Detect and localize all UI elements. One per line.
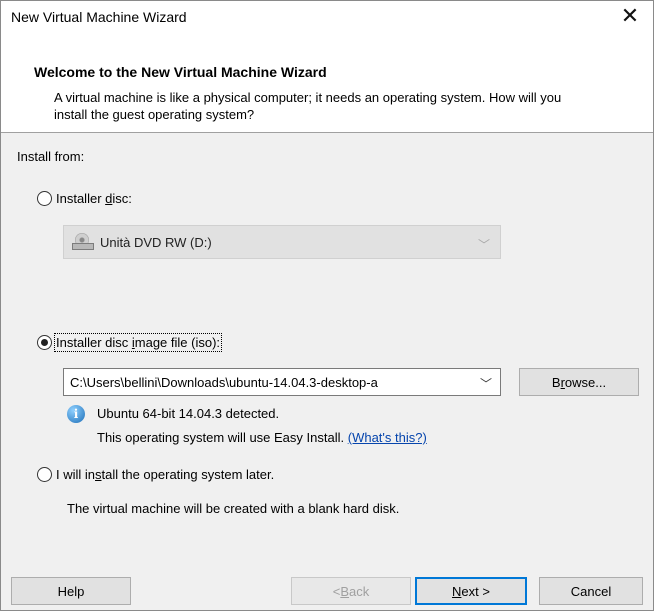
wizard-footer: Help < Back Next > Cancel bbox=[1, 569, 653, 610]
install-later-label[interactable]: I will install the operating system late… bbox=[56, 467, 274, 482]
iso-path-combobox[interactable]: C:\Users\bellini\Downloads\ubuntu-14.04.… bbox=[63, 368, 501, 396]
wizard-window: New Virtual Machine Wizard ✕ Welcome to … bbox=[0, 0, 654, 611]
chevron-down-icon[interactable]: ﹀ bbox=[480, 375, 492, 392]
install-later-radio[interactable] bbox=[37, 467, 52, 482]
whats-this-link[interactable]: (What's this?) bbox=[348, 430, 427, 445]
info-icon: i bbox=[67, 405, 85, 423]
close-icon[interactable]: ✕ bbox=[607, 1, 653, 31]
cancel-button[interactable]: Cancel bbox=[539, 577, 643, 605]
title-bar: New Virtual Machine Wizard ✕ bbox=[1, 1, 653, 31]
page-description: A virtual machine is like a physical com… bbox=[54, 90, 562, 122]
install-later-description: The virtual machine will be created with… bbox=[67, 501, 400, 516]
next-button[interactable]: Next > bbox=[415, 577, 527, 605]
dvd-drive-icon bbox=[72, 233, 94, 251]
installer-disc-radio[interactable] bbox=[37, 191, 52, 206]
wizard-content: Install from: Installer disc: Unità DVD … bbox=[1, 133, 653, 569]
browse-button[interactable]: Br owse... bbox=[519, 368, 639, 396]
back-button[interactable]: < Back bbox=[291, 577, 411, 605]
help-button[interactable]: Help bbox=[11, 577, 131, 605]
installer-disc-option[interactable]: Installer disc: bbox=[37, 191, 132, 206]
drive-select[interactable]: Unità DVD RW (D:) ﹀ bbox=[63, 225, 501, 259]
iso-file-option[interactable]: Installer disc image file (iso): bbox=[37, 333, 223, 352]
drive-select-value: Unità DVD RW (D:) bbox=[100, 234, 212, 250]
iso-file-label[interactable]: Installer disc image file (iso): bbox=[53, 333, 223, 352]
iso-path-value[interactable]: C:\Users\bellini\Downloads\ubuntu-14.04.… bbox=[64, 375, 470, 390]
install-from-label: Install from: bbox=[17, 149, 85, 164]
page-title: Welcome to the New Virtual Machine Wizar… bbox=[34, 64, 327, 80]
os-detected-text: Ubuntu 64-bit 14.04.3 detected. bbox=[97, 406, 280, 421]
iso-file-radio[interactable] bbox=[37, 335, 52, 350]
window-title: New Virtual Machine Wizard bbox=[11, 9, 187, 25]
installer-disc-label[interactable]: Installer disc: bbox=[56, 191, 132, 206]
easy-install-text: This operating system will use Easy Inst… bbox=[97, 430, 427, 445]
install-later-option[interactable]: I will install the operating system late… bbox=[37, 467, 274, 482]
wizard-header: Welcome to the New Virtual Machine Wizar… bbox=[1, 31, 653, 131]
chevron-down-icon: ﹀ bbox=[477, 238, 490, 252]
